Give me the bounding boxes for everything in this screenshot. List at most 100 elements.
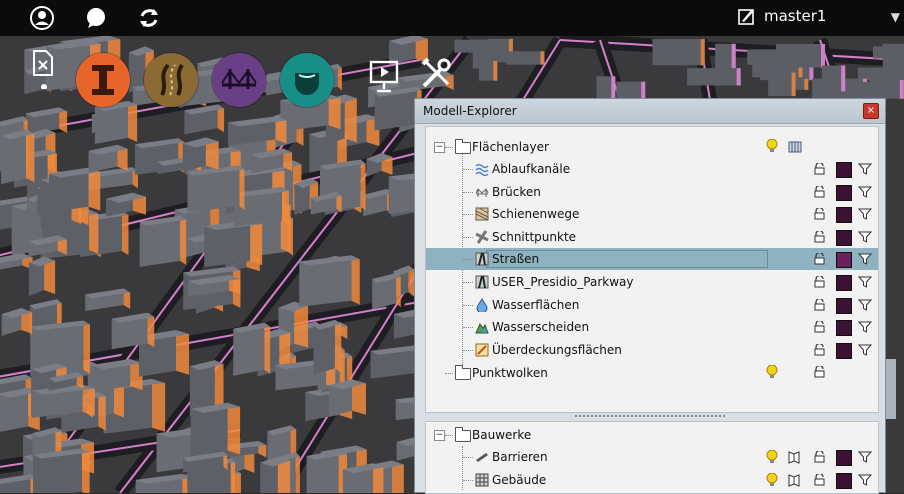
panel-title-bar[interactable]: Modell-Explorer × bbox=[415, 99, 885, 124]
color-swatch[interactable] bbox=[836, 184, 852, 201]
filter-icon[interactable] bbox=[858, 208, 872, 220]
lock-icon[interactable] bbox=[814, 474, 825, 486]
caret-down-icon[interactable]: ▼ bbox=[891, 10, 900, 24]
layer-row[interactable]: Straßen bbox=[426, 248, 878, 271]
layer-row[interactable]: Überdeckungsflächen bbox=[426, 339, 878, 361]
tree-group-flaechenlayer[interactable]: − Flächenlayer bbox=[426, 136, 878, 158]
color-swatch[interactable] bbox=[836, 342, 852, 359]
road-icon bbox=[160, 63, 184, 96]
layer-row[interactable]: Brücken bbox=[426, 181, 878, 203]
structure-tree: − Bauwerke Barrieren Gebäude bbox=[425, 421, 879, 494]
visibility-bulb-icon[interactable] bbox=[766, 139, 778, 153]
layer-row[interactable]: Wasserscheiden bbox=[426, 316, 878, 338]
filter-icon[interactable] bbox=[858, 321, 872, 333]
road-layer-icon bbox=[475, 252, 489, 266]
color-swatch[interactable] bbox=[836, 297, 852, 314]
color-swatch[interactable] bbox=[836, 207, 852, 224]
roads-button[interactable] bbox=[144, 53, 198, 107]
lock-icon[interactable] bbox=[814, 451, 825, 463]
panel-splitter[interactable] bbox=[575, 415, 725, 419]
collapse-icon[interactable]: − bbox=[434, 430, 445, 441]
lock-icon[interactable] bbox=[814, 230, 825, 243]
layer-row[interactable]: Schienenwege bbox=[426, 203, 878, 225]
filter-icon[interactable] bbox=[858, 344, 872, 356]
infrastructure-button[interactable] bbox=[76, 53, 130, 107]
group-label: Bauwerke bbox=[472, 428, 532, 442]
color-swatch[interactable] bbox=[836, 252, 852, 269]
filter-icon[interactable] bbox=[858, 163, 872, 175]
tool-row bbox=[0, 48, 460, 108]
model-explorer-panel: Modell-Explorer × − Flächenlayer Ablaufk… bbox=[414, 98, 896, 494]
document-settings-icon[interactable] bbox=[30, 50, 56, 89]
water-drop-icon bbox=[295, 73, 319, 95]
layer-label: Wasserflächen bbox=[492, 297, 580, 312]
color-swatch[interactable] bbox=[836, 473, 852, 489]
branch-edit-icon bbox=[738, 9, 754, 25]
lock-icon[interactable] bbox=[814, 321, 825, 333]
tree-group-punktwolken[interactable]: Punktwolken bbox=[426, 362, 878, 384]
structure-row[interactable]: Gebäude bbox=[426, 469, 878, 491]
tree-group-bauwerke[interactable]: − Bauwerke bbox=[426, 424, 878, 446]
water-button[interactable] bbox=[280, 53, 334, 107]
bridge-small-icon bbox=[475, 187, 489, 197]
filter-icon[interactable] bbox=[858, 231, 872, 243]
filter-icon[interactable] bbox=[858, 474, 872, 486]
filter-icon[interactable] bbox=[858, 451, 872, 463]
top-bar: master1 ▼ bbox=[0, 0, 904, 36]
layer-row[interactable]: Wasserflächen bbox=[426, 294, 878, 316]
filter-icon[interactable] bbox=[858, 299, 872, 311]
color-swatch[interactable] bbox=[836, 162, 852, 178]
color-swatch[interactable] bbox=[836, 275, 852, 291]
lock-icon[interactable] bbox=[814, 298, 825, 311]
structure-row[interactable]: Barrieren bbox=[426, 446, 878, 468]
lock-icon[interactable] bbox=[814, 185, 825, 198]
branch-selector[interactable]: master1 bbox=[738, 7, 826, 25]
sync-icon[interactable] bbox=[137, 6, 161, 30]
layer-label: Ablaufkanäle bbox=[492, 162, 571, 176]
lock-icon[interactable] bbox=[814, 208, 825, 220]
book-icon[interactable] bbox=[788, 473, 800, 487]
folder-icon bbox=[455, 365, 471, 380]
lock-icon[interactable] bbox=[814, 343, 825, 356]
color-swatch[interactable] bbox=[836, 229, 852, 246]
lock-icon[interactable] bbox=[814, 253, 825, 265]
filter-icon[interactable] bbox=[858, 186, 872, 198]
group-label: Flächenlayer bbox=[472, 140, 549, 154]
visibility-bulb-icon[interactable] bbox=[766, 450, 778, 464]
barrier-icon bbox=[476, 453, 488, 462]
close-icon[interactable]: × bbox=[863, 103, 879, 119]
lock-icon[interactable] bbox=[814, 163, 825, 175]
filter-icon[interactable] bbox=[858, 253, 872, 266]
visibility-bulb-icon[interactable] bbox=[766, 365, 778, 379]
layer-label: Schnittpunkte bbox=[492, 229, 577, 244]
water-drop-small-icon bbox=[476, 297, 488, 312]
panel-scrollbar[interactable] bbox=[886, 359, 896, 419]
tools-icon[interactable] bbox=[420, 58, 452, 90]
filter-icon[interactable] bbox=[858, 276, 872, 288]
layer-label: Barrieren bbox=[492, 450, 548, 464]
layer-label: Überdeckungsflächen bbox=[492, 342, 622, 357]
layer-row[interactable]: Ablaufkanäle bbox=[426, 158, 878, 180]
building-group-icon[interactable] bbox=[788, 139, 802, 153]
layer-row[interactable]: Schnittpunkte bbox=[426, 226, 878, 248]
lock-icon[interactable] bbox=[814, 276, 825, 288]
lock-icon[interactable] bbox=[814, 366, 825, 378]
wave-icon bbox=[475, 163, 489, 176]
branch-label: master1 bbox=[764, 7, 827, 25]
junction-icon bbox=[475, 229, 489, 244]
bridge-icon bbox=[221, 69, 257, 89]
visibility-bulb-icon[interactable] bbox=[766, 473, 778, 487]
layer-row[interactable]: USER_Presidio_Parkway bbox=[426, 271, 878, 293]
layer-label: Brücken bbox=[492, 184, 541, 199]
color-swatch[interactable] bbox=[836, 450, 852, 466]
layer-label: Schienenwege bbox=[492, 207, 580, 222]
layer-tree: − Flächenlayer Ablaufkanäle Brücken Schien… bbox=[425, 126, 879, 413]
chat-icon[interactable] bbox=[84, 6, 108, 30]
color-swatch[interactable] bbox=[836, 320, 852, 337]
bridges-button[interactable] bbox=[212, 53, 266, 107]
book-icon[interactable] bbox=[788, 450, 800, 464]
presentation-icon[interactable] bbox=[368, 60, 400, 94]
user-icon[interactable] bbox=[30, 6, 54, 30]
watershed-icon bbox=[475, 323, 489, 334]
collapse-icon[interactable]: − bbox=[434, 142, 445, 153]
